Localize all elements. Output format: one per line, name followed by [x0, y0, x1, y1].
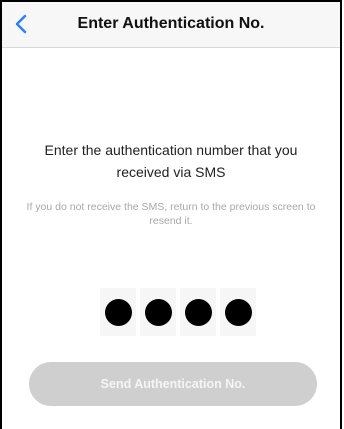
pin-dot: [224, 298, 252, 326]
screen: Enter Authentication No. Enter the authe…: [0, 0, 342, 429]
pin-digit-box[interactable]: [180, 288, 216, 336]
pin-digit-box[interactable]: [140, 288, 176, 336]
navigation-bar: Enter Authentication No.: [2, 2, 340, 48]
resend-hint-text: If you do not receive the SMS, return to…: [26, 201, 316, 227]
pin-digit-box[interactable]: [100, 288, 136, 336]
pin-digit-box[interactable]: [220, 288, 256, 336]
pin-dot: [144, 298, 172, 326]
page-title: Enter Authentication No.: [77, 15, 265, 32]
pin-dot: [184, 298, 212, 326]
pin-input[interactable]: [100, 288, 256, 336]
instruction-text: Enter the authentication number that you…: [44, 142, 298, 180]
pin-dot: [104, 298, 132, 326]
send-authentication-button[interactable]: Send Authentication No.: [29, 362, 317, 406]
